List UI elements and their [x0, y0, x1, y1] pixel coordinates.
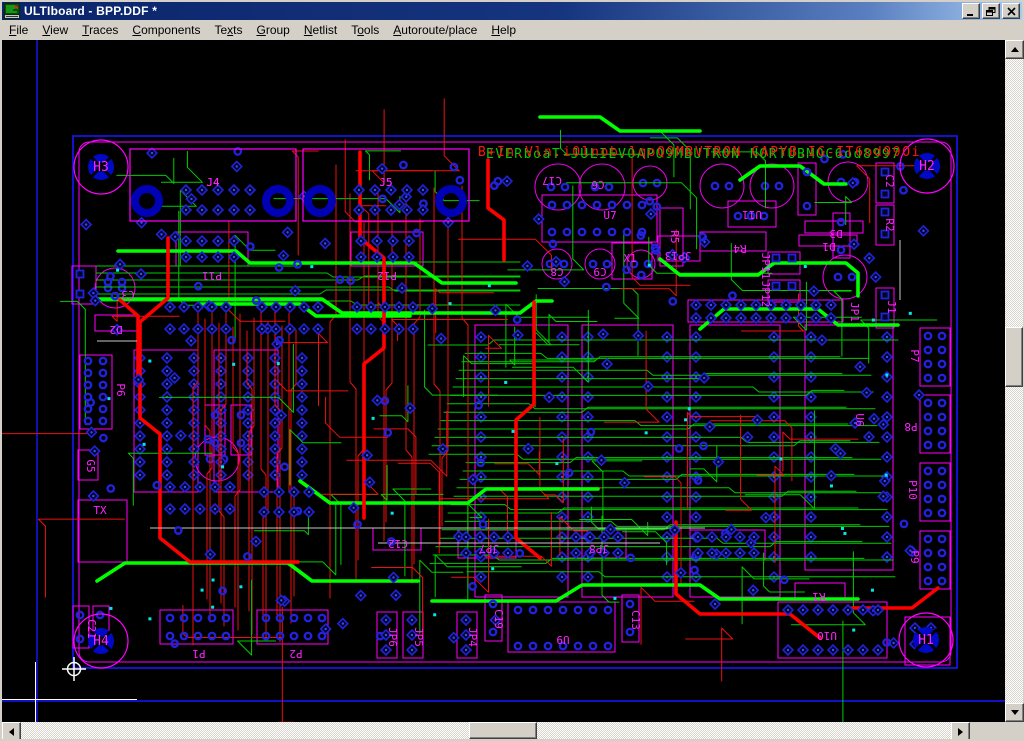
window-controls	[962, 3, 1022, 19]
arrow-right-icon	[958, 728, 963, 736]
board-label-C3: C3	[121, 288, 134, 301]
board-label-C21: C21	[85, 619, 98, 639]
board-label-JP7: JP7	[479, 542, 499, 555]
board-label-P7: P7	[908, 349, 921, 362]
title-bar[interactable]: ULTIboard - BPP.DDF *	[2, 2, 1022, 20]
board-label-JP12: JP12	[759, 281, 772, 308]
board-label-U6: U6	[853, 413, 866, 426]
minimize-button[interactable]	[962, 3, 980, 19]
restore-icon	[986, 7, 996, 16]
connector-label-J5: J5	[379, 176, 392, 189]
board-label-P1: P1	[192, 647, 205, 660]
menu-tools[interactable]: Tools	[344, 21, 386, 39]
board-label-P8: P8	[904, 420, 917, 433]
window-title: ULTIboard - BPP.DDF *	[24, 4, 157, 18]
menu-autoroute-place[interactable]: Autoroute/place	[386, 21, 484, 39]
board-label-JP8: JP8	[589, 542, 609, 555]
minimize-icon	[966, 7, 976, 16]
drawing-canvas[interactable]: H3H2H4H1J4J5P11P12U7R5U11R4D3D1JP13JP11J…	[2, 40, 1005, 722]
board-label-P12: P12	[377, 269, 397, 282]
menu-components[interactable]: Components	[125, 21, 207, 39]
board-outline	[73, 136, 957, 668]
board-label-P2: P2	[289, 647, 302, 660]
board-label-JP6: JP6	[386, 627, 399, 647]
arrow-left-icon	[9, 728, 14, 736]
board-label-C8: C8	[550, 265, 563, 278]
board-label-P11: P11	[202, 269, 222, 282]
board-label-X1: X1	[623, 252, 636, 265]
board-label-J1: J1	[885, 300, 898, 313]
scroll-up-button[interactable]	[1005, 40, 1024, 59]
horizontal-scrollbar[interactable]	[2, 722, 970, 739]
vertical-scroll-track[interactable]	[1005, 59, 1023, 703]
menu-netlist[interactable]: Netlist	[297, 21, 344, 39]
board-label-C13: C13	[629, 610, 642, 630]
hole-label-H1: H1	[918, 633, 934, 648]
hole-label-H2: H2	[919, 159, 935, 174]
menu-traces[interactable]: Traces	[75, 21, 125, 39]
vertical-scrollbar[interactable]	[1005, 40, 1023, 722]
board-label-C9: C9	[593, 265, 606, 278]
board-label-U7: U7	[603, 209, 616, 222]
board-label-U11: U11	[742, 208, 762, 221]
board-label-C17: C17	[542, 174, 562, 187]
board-label-P10: P10	[906, 480, 919, 500]
app-icon	[4, 3, 20, 19]
board-label-P6: P6	[114, 383, 127, 396]
close-button[interactable]	[1002, 3, 1020, 19]
menu-help[interactable]: Help	[484, 21, 523, 39]
vertical-scroll-thumb[interactable]	[1005, 327, 1023, 387]
hole-label-H3: H3	[93, 160, 109, 175]
menu-bar[interactable]: FileViewTracesComponentsTextsGroupNetlis…	[2, 20, 1022, 40]
board-title-red: B+In.Vln.i0lnob.lqoQ9MBVTRON CAPYB.IG-IT…	[478, 145, 921, 160]
board-label-R2: R2	[883, 218, 896, 231]
board-label-C12: C12	[388, 537, 408, 550]
board-label-C2: C2	[883, 174, 896, 187]
board-label-U9: U9	[556, 633, 569, 646]
scroll-down-button[interactable]	[1005, 703, 1024, 722]
pcb-layout: H3H2H4H1J4J5P11P12U7R5U11R4D3D1JP13JP11J…	[2, 40, 1005, 722]
ultiboard-window: ULTIboard - BPP.DDF * FileViewTracesComp…	[0, 0, 1024, 741]
board-label-JP4: JP4	[466, 627, 479, 647]
horizontal-scroll-thumb[interactable]	[469, 722, 537, 739]
connector-label-J4: J4	[206, 176, 220, 189]
board-label-D3: D3	[829, 227, 842, 240]
board-label-D2: D2	[109, 323, 122, 336]
close-icon	[1007, 7, 1016, 16]
menu-file[interactable]: File	[2, 21, 35, 39]
board-label-JP11: JP11	[759, 253, 772, 280]
board-label-U10: U10	[817, 629, 837, 642]
horizontal-scroll-track[interactable]	[21, 722, 951, 739]
board-label-TX: TX	[93, 504, 107, 517]
board-label-JP5: JP5	[412, 627, 425, 647]
restore-button[interactable]	[982, 3, 1000, 19]
board-label-G5: G5	[84, 459, 97, 472]
board-label-JP1: JP1	[848, 302, 861, 322]
board-label-R5: R5	[668, 230, 681, 243]
board-label-D1: D1	[822, 240, 835, 253]
arrow-down-icon	[1011, 710, 1019, 715]
board-label-P9: P9	[908, 550, 921, 563]
board-label-R1: R1	[812, 590, 825, 603]
board-label-R4: R4	[733, 242, 747, 255]
arrow-up-icon	[1011, 47, 1019, 52]
board-label-JP13: JP13	[665, 249, 692, 262]
board-label-C19: C19	[492, 609, 505, 629]
menu-texts[interactable]: Texts	[207, 21, 249, 39]
menu-view[interactable]: View	[35, 21, 75, 39]
menu-group[interactable]: Group	[249, 21, 296, 39]
board-label-C6: C6	[591, 178, 604, 191]
